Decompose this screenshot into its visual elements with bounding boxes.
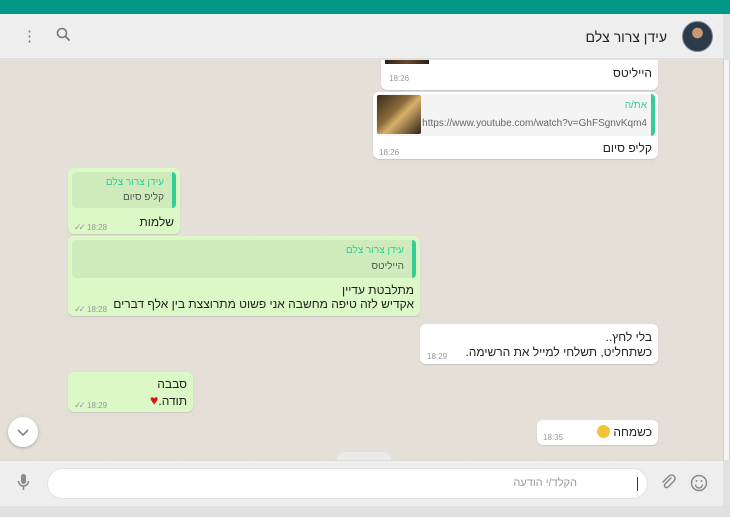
quote-text: קליפ סיום (122, 192, 164, 203)
message-text: שלמות (139, 215, 174, 229)
message-incoming[interactable]: בלי לחץ.. כשתחליט, תשלחי למייל את הרשימה… (420, 324, 658, 364)
message-incoming[interactable]: כשמחה 18:35 (537, 420, 658, 445)
chat-header: ⋮ עידן צרור צלם (0, 14, 723, 59)
message-line-1: סבבה (157, 377, 187, 391)
quote-author: עידן צרור צלם (105, 177, 164, 188)
contact-name[interactable]: עידן צרור צלם (586, 29, 667, 45)
message-text: קליפ סיום (602, 141, 652, 155)
message-time: 18:28 (87, 305, 108, 314)
avatar[interactable] (682, 21, 713, 52)
message-time: 18:35 (543, 433, 564, 442)
chevron-down-icon (17, 428, 29, 436)
message-line-1: מתלבטת עדיין (341, 283, 414, 297)
message-line-2-row: תודה.♥ (150, 392, 187, 408)
message-outgoing[interactable]: עידן צרור צלם הייליטס מתלבטת עדיין אקדיש… (68, 236, 420, 316)
message-incoming[interactable]: הייליטס 18:26 (381, 60, 658, 90)
quoted-message[interactable]: עידן צרור צלם קליפ סיום (72, 172, 176, 208)
attach-icon[interactable] (660, 474, 676, 495)
message-incoming[interactable]: את/ה https://www.youtube.com/watch?v=GhF… (373, 92, 658, 159)
microphone-icon[interactable] (17, 473, 30, 496)
party-face-emoji-icon (597, 425, 611, 438)
message-line-2: אקדיש לזה טיפה מחשבה אני פשוט מתרוצצת בי… (113, 297, 414, 311)
app-top-bar (0, 0, 730, 14)
composer-bar: הקלד/י הודעה (0, 460, 723, 506)
message-outgoing[interactable]: עידן צרור צלם קליפ סיום שלמות ✓✓ 18:28 (68, 168, 180, 234)
new-messages-tab (337, 452, 391, 460)
read-receipt-icon: ✓✓ (74, 304, 86, 314)
message-outgoing[interactable]: סבבה תודה.♥ ✓✓ 18:29 (68, 372, 193, 412)
message-input[interactable]: הקלד/י הודעה (47, 468, 648, 499)
message-time: 18:29 (427, 352, 448, 361)
scrollbar-thumb[interactable] (724, 60, 729, 460)
quoted-message[interactable]: עידן צרור צלם הייליטס (72, 240, 416, 278)
link-title: את/ה (624, 100, 647, 111)
message-text: כשמחה (613, 425, 652, 439)
chat-scrollbar[interactable] (723, 60, 730, 460)
message-time: 18:29 (87, 401, 108, 410)
message-time: 18:26 (379, 148, 400, 157)
more-vert-icon[interactable]: ⋮ (22, 27, 37, 45)
message-text: הייליטס (612, 66, 652, 80)
message-text-row: כשמחה (597, 425, 652, 439)
read-receipt-icon: ✓✓ (74, 400, 86, 410)
message-time: 18:28 (87, 223, 108, 232)
quote-text: הייליטס (371, 261, 404, 272)
emoji-icon[interactable] (690, 474, 708, 497)
quote-author: עידן צרור צלם (345, 245, 404, 256)
link-preview[interactable]: את/ה https://www.youtube.com/watch?v=GhF… (376, 94, 655, 136)
link-thumbnail (385, 60, 429, 64)
link-url[interactable]: https://www.youtube.com/watch?v=GhFSgnvK… (422, 118, 647, 129)
window-bottom-edge (0, 506, 730, 517)
quote-bar (651, 94, 655, 136)
video-thumbnail (377, 95, 421, 134)
message-line-2: כשתחליט, תשלחי למייל את הרשימה. (465, 345, 652, 359)
message-input-placeholder: הקלד/י הודעה (513, 477, 577, 489)
message-line-2: תודה. (158, 394, 187, 408)
scroll-down-button[interactable] (8, 417, 38, 447)
message-time: 18:26 (389, 74, 410, 83)
message-list[interactable]: הייליטס 18:26 את/ה https://www.youtube.c… (0, 60, 723, 460)
text-caret (637, 477, 638, 491)
read-receipt-icon: ✓✓ (74, 222, 86, 232)
message-line-1: בלי לחץ.. (605, 330, 652, 344)
search-icon[interactable] (56, 27, 71, 46)
